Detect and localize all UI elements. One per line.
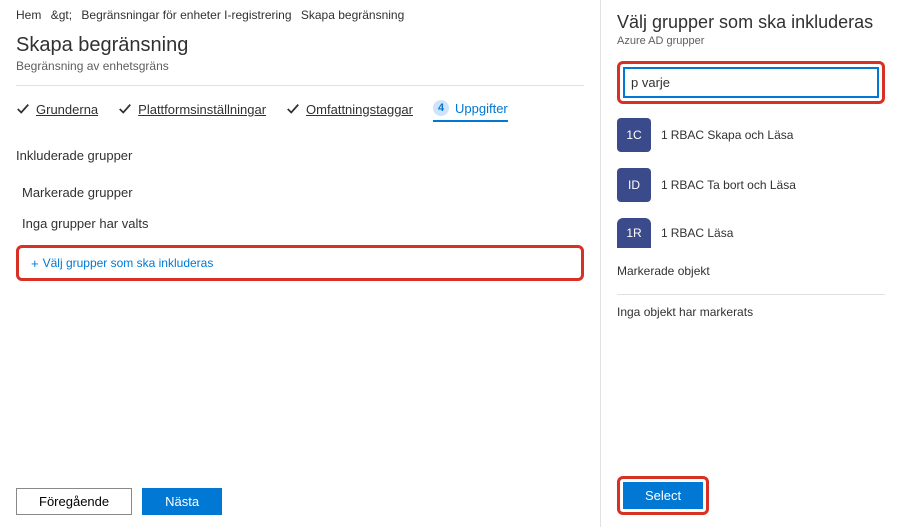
step-label: Uppgifter [455, 101, 508, 116]
group-text: RBAC Ta bort och Läsa [671, 178, 796, 192]
breadcrumb-separator: &gt; [51, 8, 72, 22]
breadcrumb-home[interactable]: Hem [16, 8, 41, 22]
wizard-footer: Föregående Nästa [16, 488, 222, 515]
select-button-highlight: Select [617, 476, 709, 515]
panel-subtitle: Azure AD grupper [617, 35, 885, 47]
previous-button[interactable]: Föregående [16, 488, 132, 515]
group-avatar: ID [617, 168, 651, 202]
group-name: 1RBAC Skapa och Läsa [661, 128, 793, 142]
check-icon [118, 102, 132, 116]
group-name: 1RBAC Ta bort och Läsa [661, 178, 796, 192]
group-item[interactable]: 1R 1RBAC Läsa [617, 218, 885, 248]
main-content-pane: Hem &gt; Begränsningar för enheter I-reg… [0, 0, 601, 527]
step-platform[interactable]: Plattformsinställningar [118, 102, 266, 121]
check-icon [286, 102, 300, 116]
panel-footer: Select [617, 476, 709, 515]
group-avatar: 1C [617, 118, 651, 152]
group-item[interactable]: ID 1RBAC Ta bort och Läsa [617, 168, 885, 202]
page-title: Skapa begränsning [16, 34, 584, 57]
next-button[interactable]: Nästa [142, 488, 222, 515]
group-lead: 1 [661, 178, 668, 192]
add-groups-highlight: + Välj grupper som ska inkluderas [16, 245, 584, 281]
group-text: RBAC Skapa och Läsa [671, 128, 794, 142]
breadcrumb-level1[interactable]: Begränsningar för enheter I-registrering [81, 8, 291, 22]
no-groups-text: Inga grupper har valts [22, 216, 584, 231]
step-label: Omfattningstaggar [306, 102, 413, 117]
selected-objects-empty: Inga objekt har markerats [617, 294, 885, 323]
select-groups-panel: Välj grupper som ska inkluderas Azure AD… [601, 0, 901, 527]
select-button[interactable]: Select [623, 482, 703, 509]
page-subtitle: Begränsning av enhetsgräns [16, 59, 584, 73]
breadcrumb-level2[interactable]: Skapa begränsning [301, 8, 404, 22]
group-name: 1RBAC Läsa [661, 226, 733, 240]
divider [16, 85, 584, 86]
step-label: Grunderna [36, 102, 98, 117]
group-list: 1C 1RBAC Skapa och Läsa ID 1RBAC Ta bort… [617, 118, 885, 248]
selected-objects-label: Markerade objekt [617, 264, 885, 278]
step-label: Plattformsinställningar [138, 102, 266, 117]
search-input[interactable] [624, 68, 878, 97]
group-text: RBAC Läsa [671, 226, 734, 240]
group-lead: 1 [661, 226, 668, 240]
check-icon [16, 102, 30, 116]
included-groups-title: Inkluderade grupper [16, 148, 584, 163]
add-groups-link[interactable]: + Välj grupper som ska inkluderas [23, 250, 221, 276]
marked-groups-label: Markerade grupper [22, 185, 584, 200]
wizard-steps: Grunderna Plattformsinställningar Omfatt… [16, 100, 584, 122]
step-basics[interactable]: Grunderna [16, 102, 98, 121]
panel-title: Välj grupper som ska inkluderas [617, 12, 885, 33]
step-number-badge: 4 [433, 100, 449, 116]
add-groups-label: Välj grupper som ska inkluderas [43, 256, 214, 270]
group-lead: 1 [661, 128, 668, 142]
group-avatar: 1R [617, 218, 651, 248]
step-assignments[interactable]: 4 Uppgifter [433, 100, 508, 122]
plus-icon: + [31, 257, 39, 270]
search-highlight [617, 61, 885, 104]
step-scope-tags[interactable]: Omfattningstaggar [286, 102, 413, 121]
breadcrumb: Hem &gt; Begränsningar för enheter I-reg… [16, 8, 584, 22]
group-item[interactable]: 1C 1RBAC Skapa och Läsa [617, 118, 885, 152]
